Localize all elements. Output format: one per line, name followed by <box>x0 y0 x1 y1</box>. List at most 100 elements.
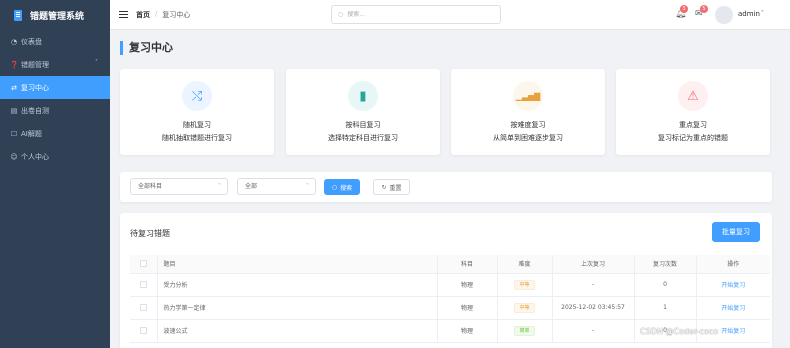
app-title: 错题管理系统 <box>30 11 85 22</box>
avatar[interactable] <box>715 6 733 24</box>
reset-button[interactable]: ↻ 重置 <box>373 179 410 195</box>
table-header-row: 题目 科目 难度 上次复习 复习次数 操作 <box>130 255 770 274</box>
action-cell: 开始复习 <box>696 273 770 297</box>
document-icon: ▤ <box>10 106 18 115</box>
search-input[interactable] <box>347 11 488 18</box>
subject-cell: 物理 <box>437 296 498 320</box>
sidebar-item-label: 仪表盘 <box>21 37 42 46</box>
breadcrumb-separator: / <box>155 10 158 18</box>
signal-bars-icon: ▁▃▅▇ <box>513 81 543 111</box>
sidebar-item[interactable]: ☐ AI解题 <box>0 122 110 145</box>
row-select-cell <box>130 296 158 320</box>
global-search[interactable]: ○ <box>331 5 501 24</box>
review-mode-card[interactable]: ▁▃▅▇ 按难度复习 从简单到困难逐步复习 <box>451 69 605 155</box>
review-mode-cards: ⤭ 随机复习 随机抽取错题进行复习 ▮ 按科目复习 选择特定科目进行复习 ▁▃▅▇ 按难度复习… <box>120 69 772 155</box>
message-badge: 5 <box>700 5 708 13</box>
subject-cell: 物理 <box>437 273 498 297</box>
row-checkbox[interactable] <box>139 327 147 334</box>
review-count-cell: 0 <box>634 273 697 297</box>
select-all-header <box>130 255 158 274</box>
list-title: 待复习错题 <box>130 229 170 238</box>
reset-button-label: 重置 <box>389 184 402 192</box>
column-header: 科目 <box>437 255 498 274</box>
question-title-cell: 热力学第一定律 <box>157 296 438 320</box>
watermark: CSDN @Coder-coco <box>640 327 719 336</box>
review-mode-card[interactable]: ⤭ 随机复习随机抽取错题进行复习 <box>120 69 274 155</box>
column-header: 复习次数 <box>634 255 697 274</box>
last-review-cell: - <box>552 319 635 343</box>
sidebar-item-label: 复习中心 <box>21 83 49 92</box>
breadcrumb-current: 复习中心 <box>162 11 191 19</box>
robot-icon: ☐ <box>10 129 18 138</box>
subject-select[interactable]: 全部科目 ˅ <box>130 178 228 195</box>
top-header: 首页 / 复习中心 ○ 🔔︎ 3 ✉ 5 admin ˅ <box>110 0 790 30</box>
column-header: 难度 <box>497 255 553 274</box>
dashboard-icon: ◔ <box>10 37 18 46</box>
difficulty-cell: 中等 <box>497 273 553 297</box>
card-description: 随机抽取错题进行复习 <box>162 134 232 142</box>
chevron-down-icon: ˅ <box>95 59 98 66</box>
column-header: 题目 <box>157 255 438 274</box>
book-icon: ▮ <box>348 81 378 111</box>
sidebar-item[interactable]: ❓ 错题管理 ˅ <box>0 53 110 76</box>
book-logo-icon <box>14 9 22 21</box>
card-title: 按科目复习 <box>345 121 381 129</box>
menu-toggle-icon[interactable] <box>119 11 128 18</box>
difficulty-select-value: 全部 <box>245 183 258 190</box>
card-description: 复习标记为重点的错题 <box>658 134 728 142</box>
sidebar-item[interactable]: ☺ 个人中心 <box>0 145 110 168</box>
sidebar-item-label: 个人中心 <box>21 152 49 161</box>
brand[interactable]: 错题管理系统 <box>0 0 110 30</box>
bell-icon[interactable]: 🔔︎ 3 <box>675 5 688 19</box>
sidebar-item[interactable]: ◔ 仪表盘 <box>0 30 110 53</box>
select-all-checkbox[interactable] <box>139 260 147 268</box>
card-title: 按难度复习 <box>510 121 546 129</box>
question-title-cell: 波速公式 <box>157 319 438 343</box>
user-icon: ☺ <box>10 152 18 161</box>
difficulty-tag: 中等 <box>514 279 535 290</box>
breadcrumb-home[interactable]: 首页 <box>136 10 150 20</box>
batch-review-button[interactable]: 批量复习 <box>712 222 760 242</box>
search-icon: ○ <box>338 11 344 18</box>
table-row: 热力学第一定律 物理 中等 2025-12-02 03:45:57 1 开始复习 <box>130 296 770 320</box>
sidebar-item[interactable]: ▤ 出卷自测 <box>0 99 110 122</box>
search-button[interactable]: ○ 搜索 <box>324 179 360 195</box>
difficulty-select[interactable]: 全部 ˅ <box>237 178 316 195</box>
search-button-label: 搜索 <box>340 184 353 192</box>
difficulty-cell: 中等 <box>497 296 553 320</box>
search-icon: ○ <box>331 183 338 191</box>
start-review-link[interactable]: 开始复习 <box>721 328 745 335</box>
mail-icon[interactable]: ✉ 5 <box>695 5 708 19</box>
refresh-icon: ↻ <box>381 183 387 191</box>
row-checkbox[interactable] <box>139 304 147 311</box>
start-review-link[interactable]: 开始复习 <box>721 282 745 289</box>
card-title: 随机复习 <box>183 121 211 129</box>
shuffle-icon: ⇄ <box>11 83 17 92</box>
row-select-cell <box>130 319 158 343</box>
last-review-cell: - <box>552 273 635 297</box>
difficulty-cell: 简单 <box>497 319 553 343</box>
sidebar-item-label: AI解题 <box>21 129 42 138</box>
breadcrumb: 首页 / 复习中心 <box>136 10 190 20</box>
chevron-down-icon[interactable]: ˅ <box>761 10 764 17</box>
sidebar-item-label: 出卷自测 <box>21 106 49 115</box>
review-mode-card[interactable]: ▮ 按科目复习 选择特定科目进行复习 <box>286 69 440 155</box>
warning-icon: ⚠ <box>678 81 708 111</box>
action-cell: 开始复习 <box>696 296 770 320</box>
start-review-link[interactable]: 开始复习 <box>721 305 745 312</box>
review-mode-card[interactable]: ⚠ 重点复习 复习标记为重点的错题 <box>616 69 770 155</box>
subject-cell: 物理 <box>437 319 498 343</box>
review-count-cell: 1 <box>634 296 697 320</box>
main-content: 复习中心 ⤭ 随机复习 随机抽取错题进行复习 ▮ 按科目复习 选择特定科目进行复习 ▁▃▅▇… <box>110 31 790 348</box>
row-select-cell <box>130 273 158 297</box>
shuffle-icon: ⤭ <box>182 81 212 111</box>
page-title: 复习中心 <box>120 41 173 55</box>
table-row: 受力分析 物理 中等 -0 开始复习 <box>130 273 770 297</box>
chevron-down-icon: ˅ <box>218 183 221 190</box>
user-name[interactable]: admin <box>738 10 760 18</box>
row-checkbox[interactable] <box>139 281 147 288</box>
notification-badge: 3 <box>680 5 688 13</box>
sidebar-item[interactable]: ⇄ 复习中心 <box>0 76 110 99</box>
column-header: 操作 <box>696 255 770 274</box>
sidebar-item-label: 错题管理 <box>21 60 49 69</box>
